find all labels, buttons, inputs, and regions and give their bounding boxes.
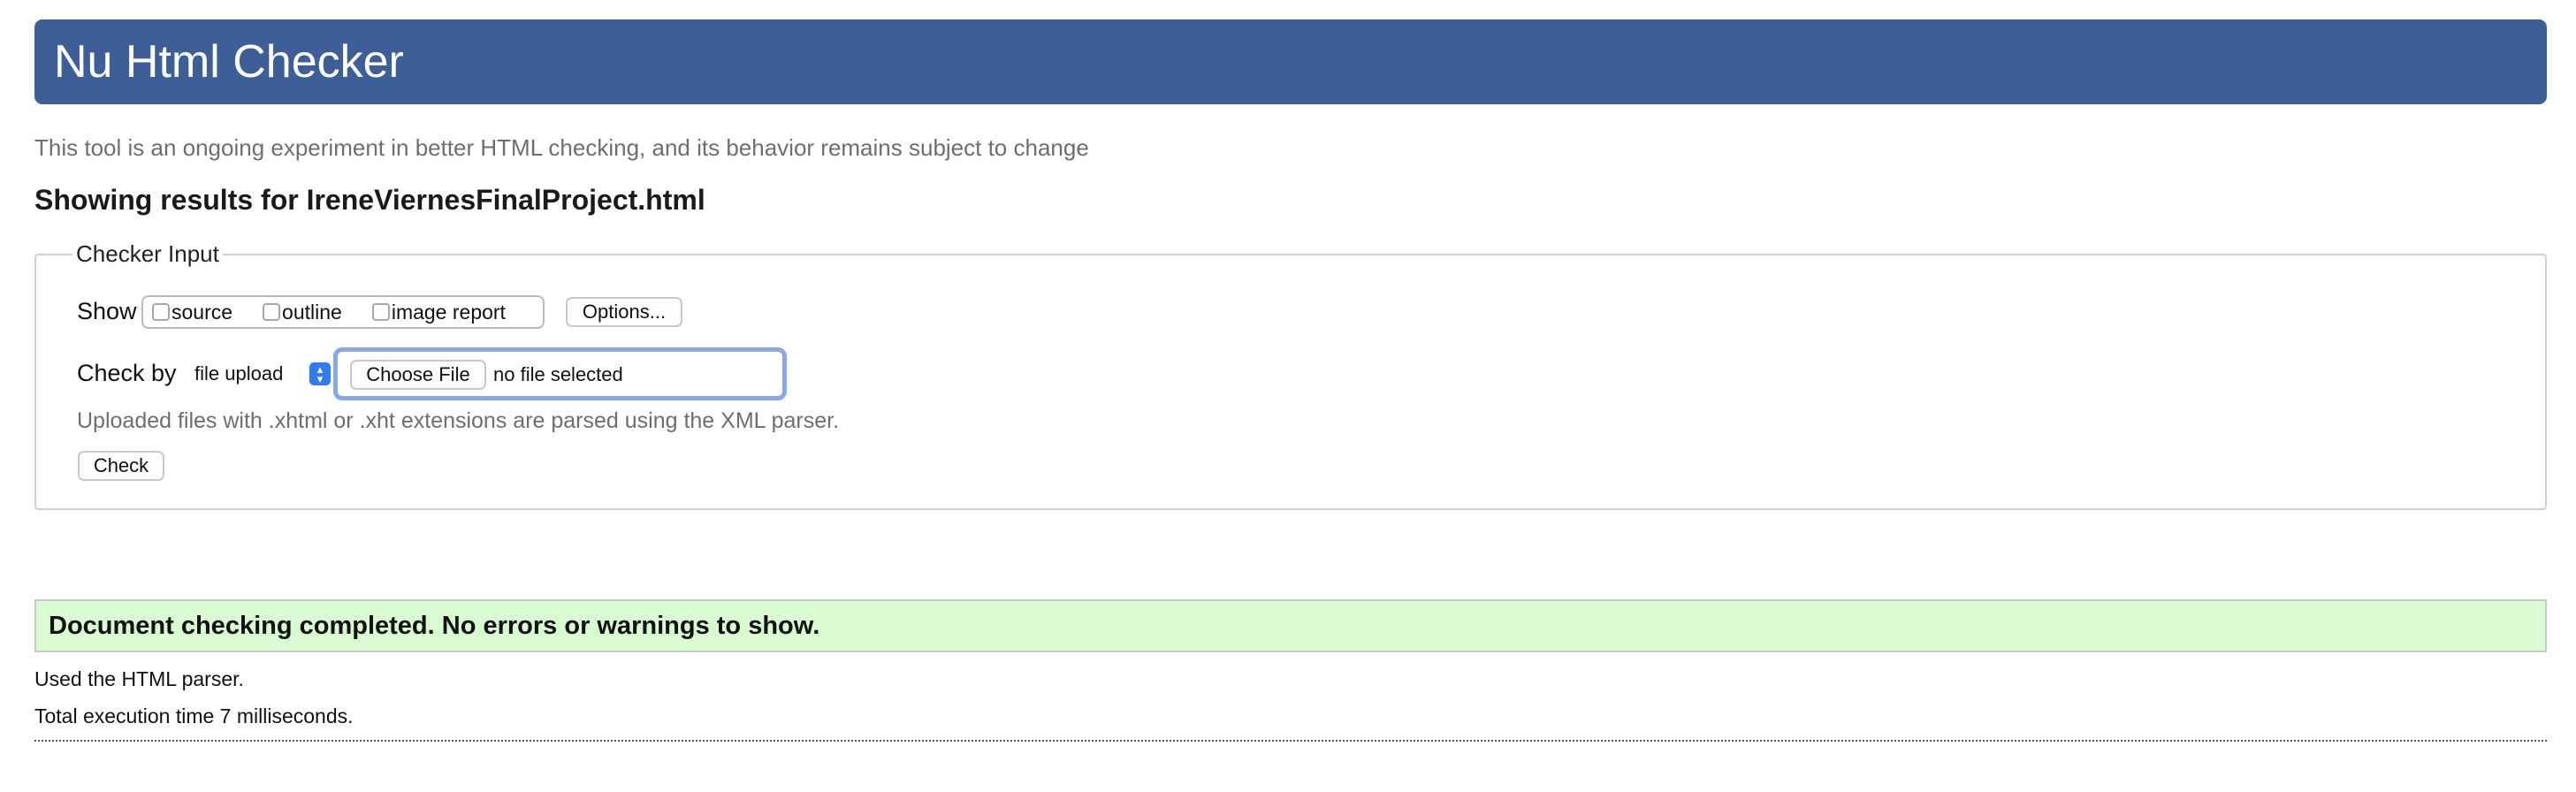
source-checkbox-label: source — [171, 300, 233, 324]
checker-input-legend: Checker Input — [76, 240, 219, 267]
image-report-checkbox[interactable] — [371, 303, 390, 321]
check-button[interactable]: Check — [78, 451, 164, 481]
show-options-group: source outline image report — [141, 295, 545, 329]
outline-checkbox[interactable] — [263, 303, 281, 321]
file-status: no file selected — [493, 363, 623, 385]
check-by-select[interactable]: file upload ▴ ▾ — [184, 360, 331, 388]
outline-checkbox-label: outline — [282, 300, 342, 324]
choose-file-button[interactable]: Choose File — [350, 360, 486, 390]
check-by-label: Check by — [77, 360, 177, 386]
header-banner: Nu Html Checker — [34, 19, 2547, 104]
source-checkbox[interactable] — [152, 303, 170, 321]
parser-used-text: Used the HTML parser. — [34, 667, 244, 690]
show-outline-option[interactable]: outline — [263, 301, 342, 324]
image-report-checkbox-label: image report — [391, 300, 506, 324]
show-label: Show — [77, 298, 137, 324]
execution-time-text: Total execution time 7 milliseconds. — [34, 704, 354, 727]
parser-note: Uploaded files with .xhtml or .xht exten… — [77, 408, 840, 433]
check-by-selected-value: file upload — [194, 362, 284, 385]
tagline: This tool is an ongoing experiment in be… — [34, 134, 1089, 161]
page-title: Nu Html Checker — [54, 36, 404, 88]
success-message: Document checking completed. No errors o… — [34, 599, 2547, 652]
show-image-report-option[interactable]: image report — [371, 300, 506, 324]
dotted-divider — [34, 740, 2547, 742]
show-source-option[interactable]: source — [152, 301, 232, 324]
select-updown-icon: ▴ ▾ — [309, 362, 331, 385]
results-title: Showing results for IreneViernesFinalPro… — [34, 184, 705, 216]
options-button[interactable]: Options... — [566, 297, 682, 327]
